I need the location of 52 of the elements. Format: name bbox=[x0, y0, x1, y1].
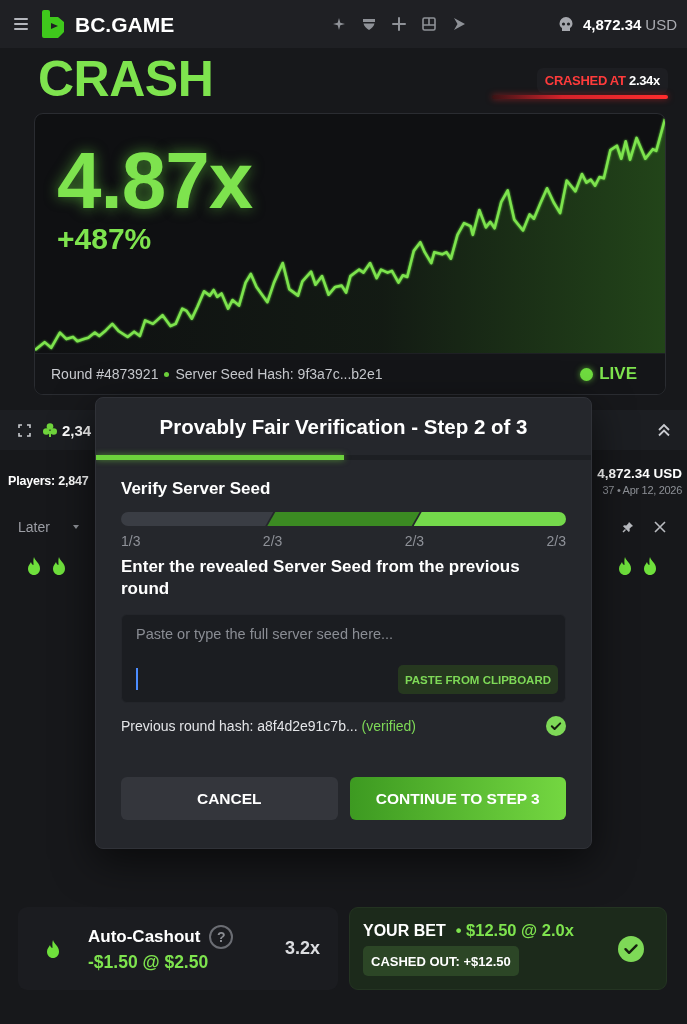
flame-icon bbox=[46, 939, 60, 958]
live-dot-icon bbox=[580, 367, 594, 381]
total-amount: 4,872.34 USD bbox=[597, 466, 682, 481]
bet-amount: • $12.50 @ 2.0x bbox=[455, 921, 574, 940]
plus-icon[interactable] bbox=[392, 17, 407, 31]
flame-icon bbox=[643, 557, 657, 575]
menu-icon[interactable] bbox=[14, 18, 28, 30]
live-label: LIVE bbox=[599, 364, 637, 384]
clover-icon bbox=[42, 422, 58, 438]
date-text: 37 • Apr 12, 2026 bbox=[602, 484, 682, 496]
window-icon[interactable] bbox=[422, 17, 437, 31]
cancel-button[interactable]: CANCEL bbox=[121, 777, 338, 820]
close-icon[interactable] bbox=[654, 521, 666, 533]
auto-cashout-value: -$1.50 @ $2.50 bbox=[88, 951, 209, 973]
auto-cashout-label: Auto-Cashout bbox=[88, 926, 201, 947]
brand-name: BC.GAME bbox=[75, 13, 175, 35]
separator-dot-icon bbox=[164, 371, 170, 377]
cashed-out-badge: CASHED OUT: +$12.50 bbox=[363, 946, 519, 976]
pin-icon[interactable] bbox=[622, 521, 634, 533]
shield-icon[interactable] bbox=[362, 17, 377, 31]
multiplier-value: 4.87x bbox=[57, 141, 253, 221]
logo-icon[interactable] bbox=[40, 9, 66, 39]
double-chevron-icon[interactable] bbox=[657, 423, 671, 437]
step-tick-label: 2/3 bbox=[262, 533, 283, 550]
bet-label: YOUR BET bbox=[363, 921, 446, 940]
game-title: CRASH bbox=[38, 54, 214, 104]
flame-icon bbox=[27, 557, 41, 575]
step-tick-label: 2/3 bbox=[546, 533, 566, 550]
caret-icon bbox=[72, 525, 79, 529]
instruction-text: Enter the revealed Server Seed from the previous round bbox=[121, 556, 521, 600]
round-number: Round #4873921 bbox=[51, 366, 159, 382]
step-tick-label: 1/3 bbox=[121, 533, 141, 550]
previous-hash-text: Previous round hash: a8f4d2e91c7b... (verified) bbox=[121, 718, 416, 734]
flame-icon bbox=[52, 557, 66, 575]
cashout-multiplier: 3.2x bbox=[284, 938, 320, 959]
step-tick-label: 2/3 bbox=[404, 533, 425, 550]
seed-hash-text: Server Seed Hash: 9f3a7c...b2e1 bbox=[175, 366, 383, 382]
last-crash-badge: CRASHED AT 2.34x bbox=[536, 67, 668, 93]
step-heading: Verify Server Seed bbox=[121, 478, 271, 500]
change-percent: +487% bbox=[57, 224, 152, 254]
later-dropdown[interactable]: Later bbox=[18, 519, 79, 535]
currency-label: USD bbox=[645, 16, 677, 32]
balance-amount: 4,872.34 bbox=[582, 16, 642, 32]
help-icon[interactable]: ? bbox=[209, 924, 234, 949]
expand-icon[interactable] bbox=[18, 423, 31, 437]
players-count: Players: 2,847 bbox=[8, 474, 89, 488]
arrow-icon[interactable] bbox=[452, 17, 467, 31]
flame-icon bbox=[618, 557, 632, 575]
skull-icon bbox=[557, 16, 574, 32]
ticker-value: 2,34 bbox=[62, 421, 92, 439]
dialog-title: Provably Fair Verification - Step 2 of 3 bbox=[159, 414, 528, 439]
paste-button[interactable]: PASTE FROM CLIPBOARD bbox=[397, 665, 558, 694]
